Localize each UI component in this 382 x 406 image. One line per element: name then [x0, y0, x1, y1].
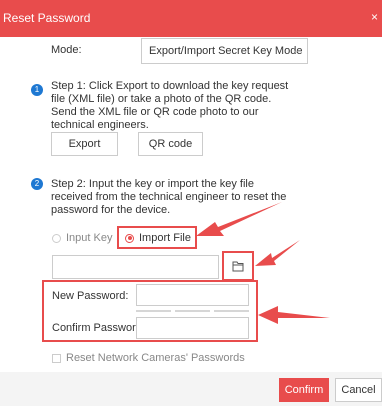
annotation-arrows	[196, 202, 330, 324]
arrow-import-file	[196, 202, 282, 236]
arrow-browse	[255, 240, 300, 266]
arrow-password	[258, 306, 330, 324]
